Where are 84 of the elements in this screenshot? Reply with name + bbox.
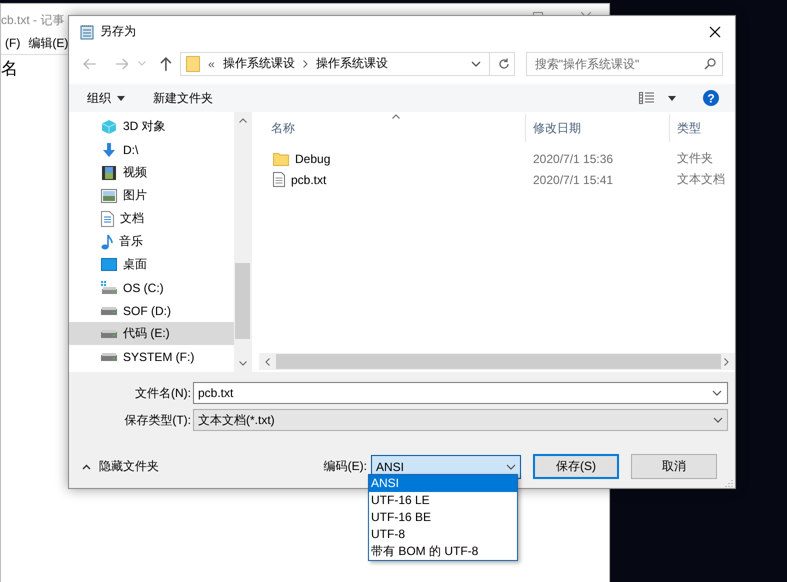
scrollbar[interactable]: [234, 112, 251, 372]
nav-item[interactable]: SOF (D:): [69, 299, 234, 322]
nav-item[interactable]: OS (C:): [69, 276, 234, 299]
hide-folders-link[interactable]: 隐藏文件夹: [99, 458, 159, 475]
download-arrow-icon: [101, 142, 117, 158]
drive-icon: [101, 352, 117, 360]
search-icon: [704, 58, 716, 70]
folder-icon: [186, 56, 200, 72]
film-icon: [101, 164, 117, 180]
nav-item[interactable]: 桌面: [69, 253, 234, 276]
column-header[interactable]: 名称: [271, 120, 295, 136]
organize-menu[interactable]: 组织: [87, 90, 111, 106]
address-bar[interactable]: « 操作系统课设 操作系统课设: [180, 52, 515, 76]
save-button[interactable]: 保存(S): [533, 454, 619, 479]
resize-grip-icon[interactable]: [725, 479, 733, 487]
modified-date: 2020/7/1 15:41: [533, 172, 614, 186]
help-icon[interactable]: ?: [703, 90, 719, 106]
document-text: 名: [1, 58, 18, 80]
drive-icon: [101, 330, 117, 338]
close-icon[interactable]: [709, 26, 721, 38]
caret-icon[interactable]: [668, 96, 676, 100]
dialog-title: 另存为: [100, 23, 136, 40]
dropdown-caret-icon[interactable]: [470, 60, 481, 66]
nav-item[interactable]: 视频: [69, 161, 234, 184]
desktop-icon: [101, 258, 117, 271]
picture-icon: [101, 188, 117, 202]
caret-icon[interactable]: [117, 96, 125, 100]
up-arrow-icon[interactable]: [160, 56, 172, 70]
nav-item[interactable]: 音乐: [69, 230, 234, 253]
scrollbar-thumb[interactable]: [276, 354, 721, 369]
filename-field[interactable]: pcb.txt: [193, 382, 728, 404]
field-label: 编码(E):: [324, 458, 367, 475]
file-type: 文件夹: [677, 151, 713, 165]
document-icon: [101, 210, 114, 226]
encoding-option[interactable]: ANSI: [369, 475, 517, 492]
nav-item[interactable]: SYSTEM (F:): [69, 345, 234, 368]
scrollbar[interactable]: [259, 353, 735, 370]
refresh-icon[interactable]: [498, 58, 510, 70]
dropdown-caret-icon[interactable]: [506, 464, 516, 470]
nav-item[interactable]: D:\: [69, 138, 234, 161]
cube-icon: [101, 118, 117, 134]
drive-icon: [101, 306, 117, 314]
scrollbar-thumb[interactable]: [235, 263, 250, 339]
file-name[interactable]: pcb.txt: [291, 172, 326, 186]
breadcrumb[interactable]: 操作系统课设: [222, 55, 295, 72]
breadcrumb[interactable]: 操作系统课设: [316, 55, 388, 72]
encoding-option[interactable]: UTF-8: [369, 526, 517, 543]
dropdown-caret-icon[interactable]: [712, 390, 722, 396]
field-label: 文件名(N):: [134, 384, 192, 402]
view-list-icon[interactable]: [639, 92, 655, 104]
nav-item[interactable]: 代码 (E:): [69, 322, 234, 345]
text-file-icon: [273, 172, 285, 187]
scroll-right-icon[interactable]: [724, 358, 729, 366]
file-type: 文本文档: [677, 172, 725, 186]
file-name[interactable]: Debug: [295, 152, 330, 166]
encoding-option[interactable]: 带有 BOM 的 UTF-8: [369, 543, 517, 560]
column-header[interactable]: 类型: [677, 120, 701, 136]
search-field[interactable]: 搜索"操作系统课设": [526, 52, 723, 76]
scroll-down-icon[interactable]: [238, 361, 246, 366]
sort-caret-icon: [392, 114, 400, 119]
drive-icon: [101, 280, 117, 294]
encoding-option[interactable]: UTF-16 BE: [369, 509, 517, 526]
notepad-icon: [79, 24, 95, 40]
breadcrumb[interactable]: «: [208, 56, 215, 70]
music-note-icon: [101, 234, 113, 250]
new-folder-button[interactable]: 新建文件夹: [153, 90, 213, 106]
window-title: cb.txt - 记事: [1, 12, 64, 28]
caret-up-icon[interactable]: [82, 464, 91, 470]
file-type-dropdown[interactable]: 文本文档(*.txt): [193, 409, 728, 431]
menu-item[interactable]: 编辑(E): [28, 34, 68, 52]
nav-item[interactable]: 3D 对象: [69, 115, 234, 138]
nav-item[interactable]: 文档: [69, 207, 234, 230]
cancel-button[interactable]: 取消: [631, 454, 717, 479]
chevron-icon: [302, 60, 308, 68]
modified-date: 2020/7/1 15:36: [533, 152, 614, 166]
encoding-option[interactable]: UTF-16 LE: [369, 492, 517, 509]
nav-item[interactable]: 图片: [69, 184, 234, 207]
scroll-left-icon[interactable]: [265, 358, 270, 366]
folder-icon: [273, 152, 289, 166]
dropdown-caret-icon[interactable]: [713, 417, 723, 423]
scroll-up-icon[interactable]: [238, 118, 246, 123]
column-header[interactable]: 修改日期: [533, 120, 581, 136]
menu-item[interactable]: (F): [5, 36, 20, 50]
field-label: 保存类型(T):: [123, 412, 192, 428]
